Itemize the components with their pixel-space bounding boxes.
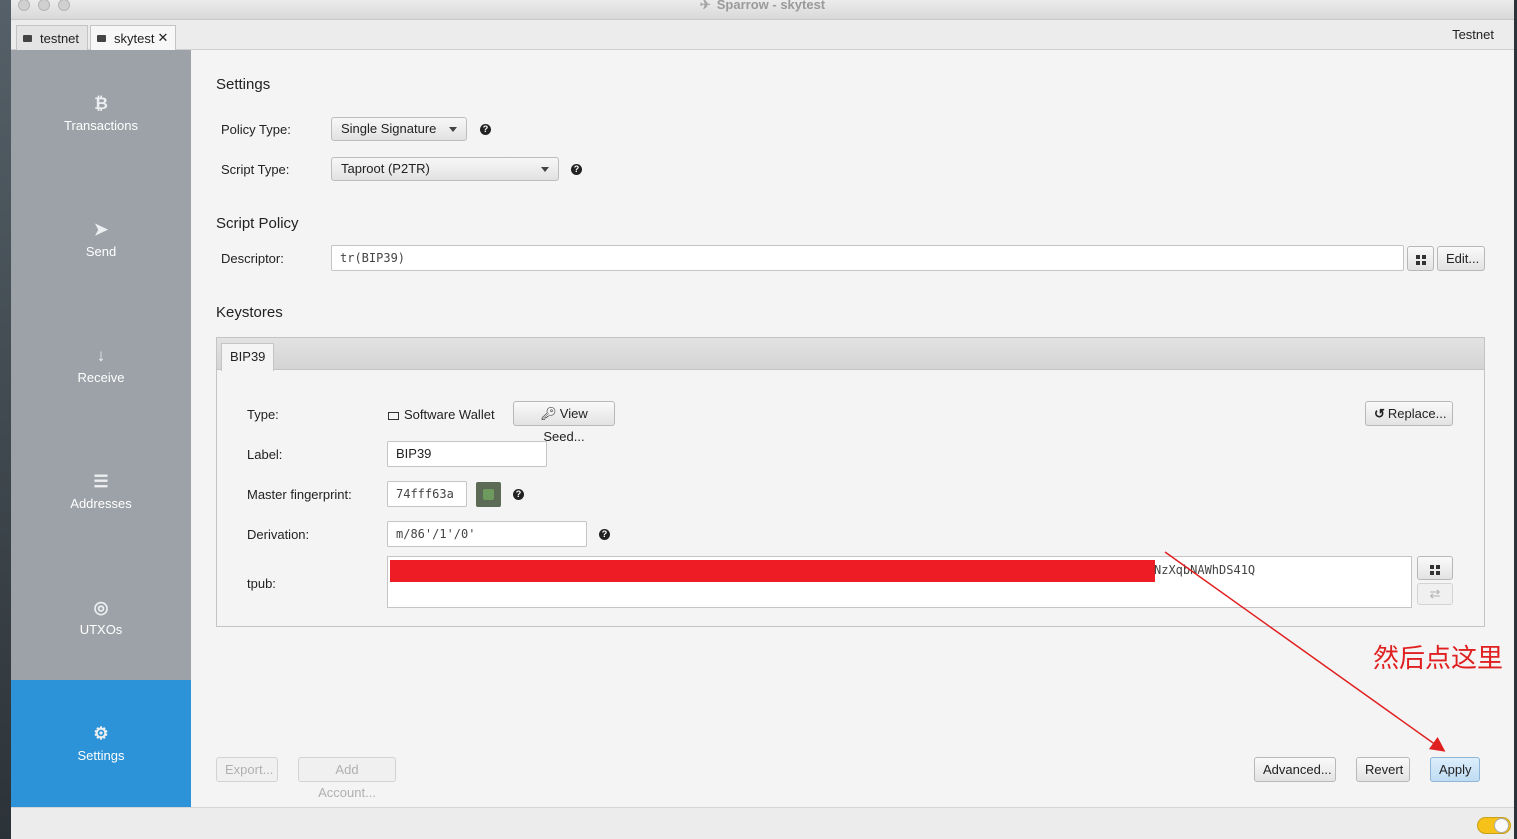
- annotation-label: 然后点这里: [1373, 643, 1504, 673]
- annotation-arrow-overlay: [1164, 551, 1446, 752]
